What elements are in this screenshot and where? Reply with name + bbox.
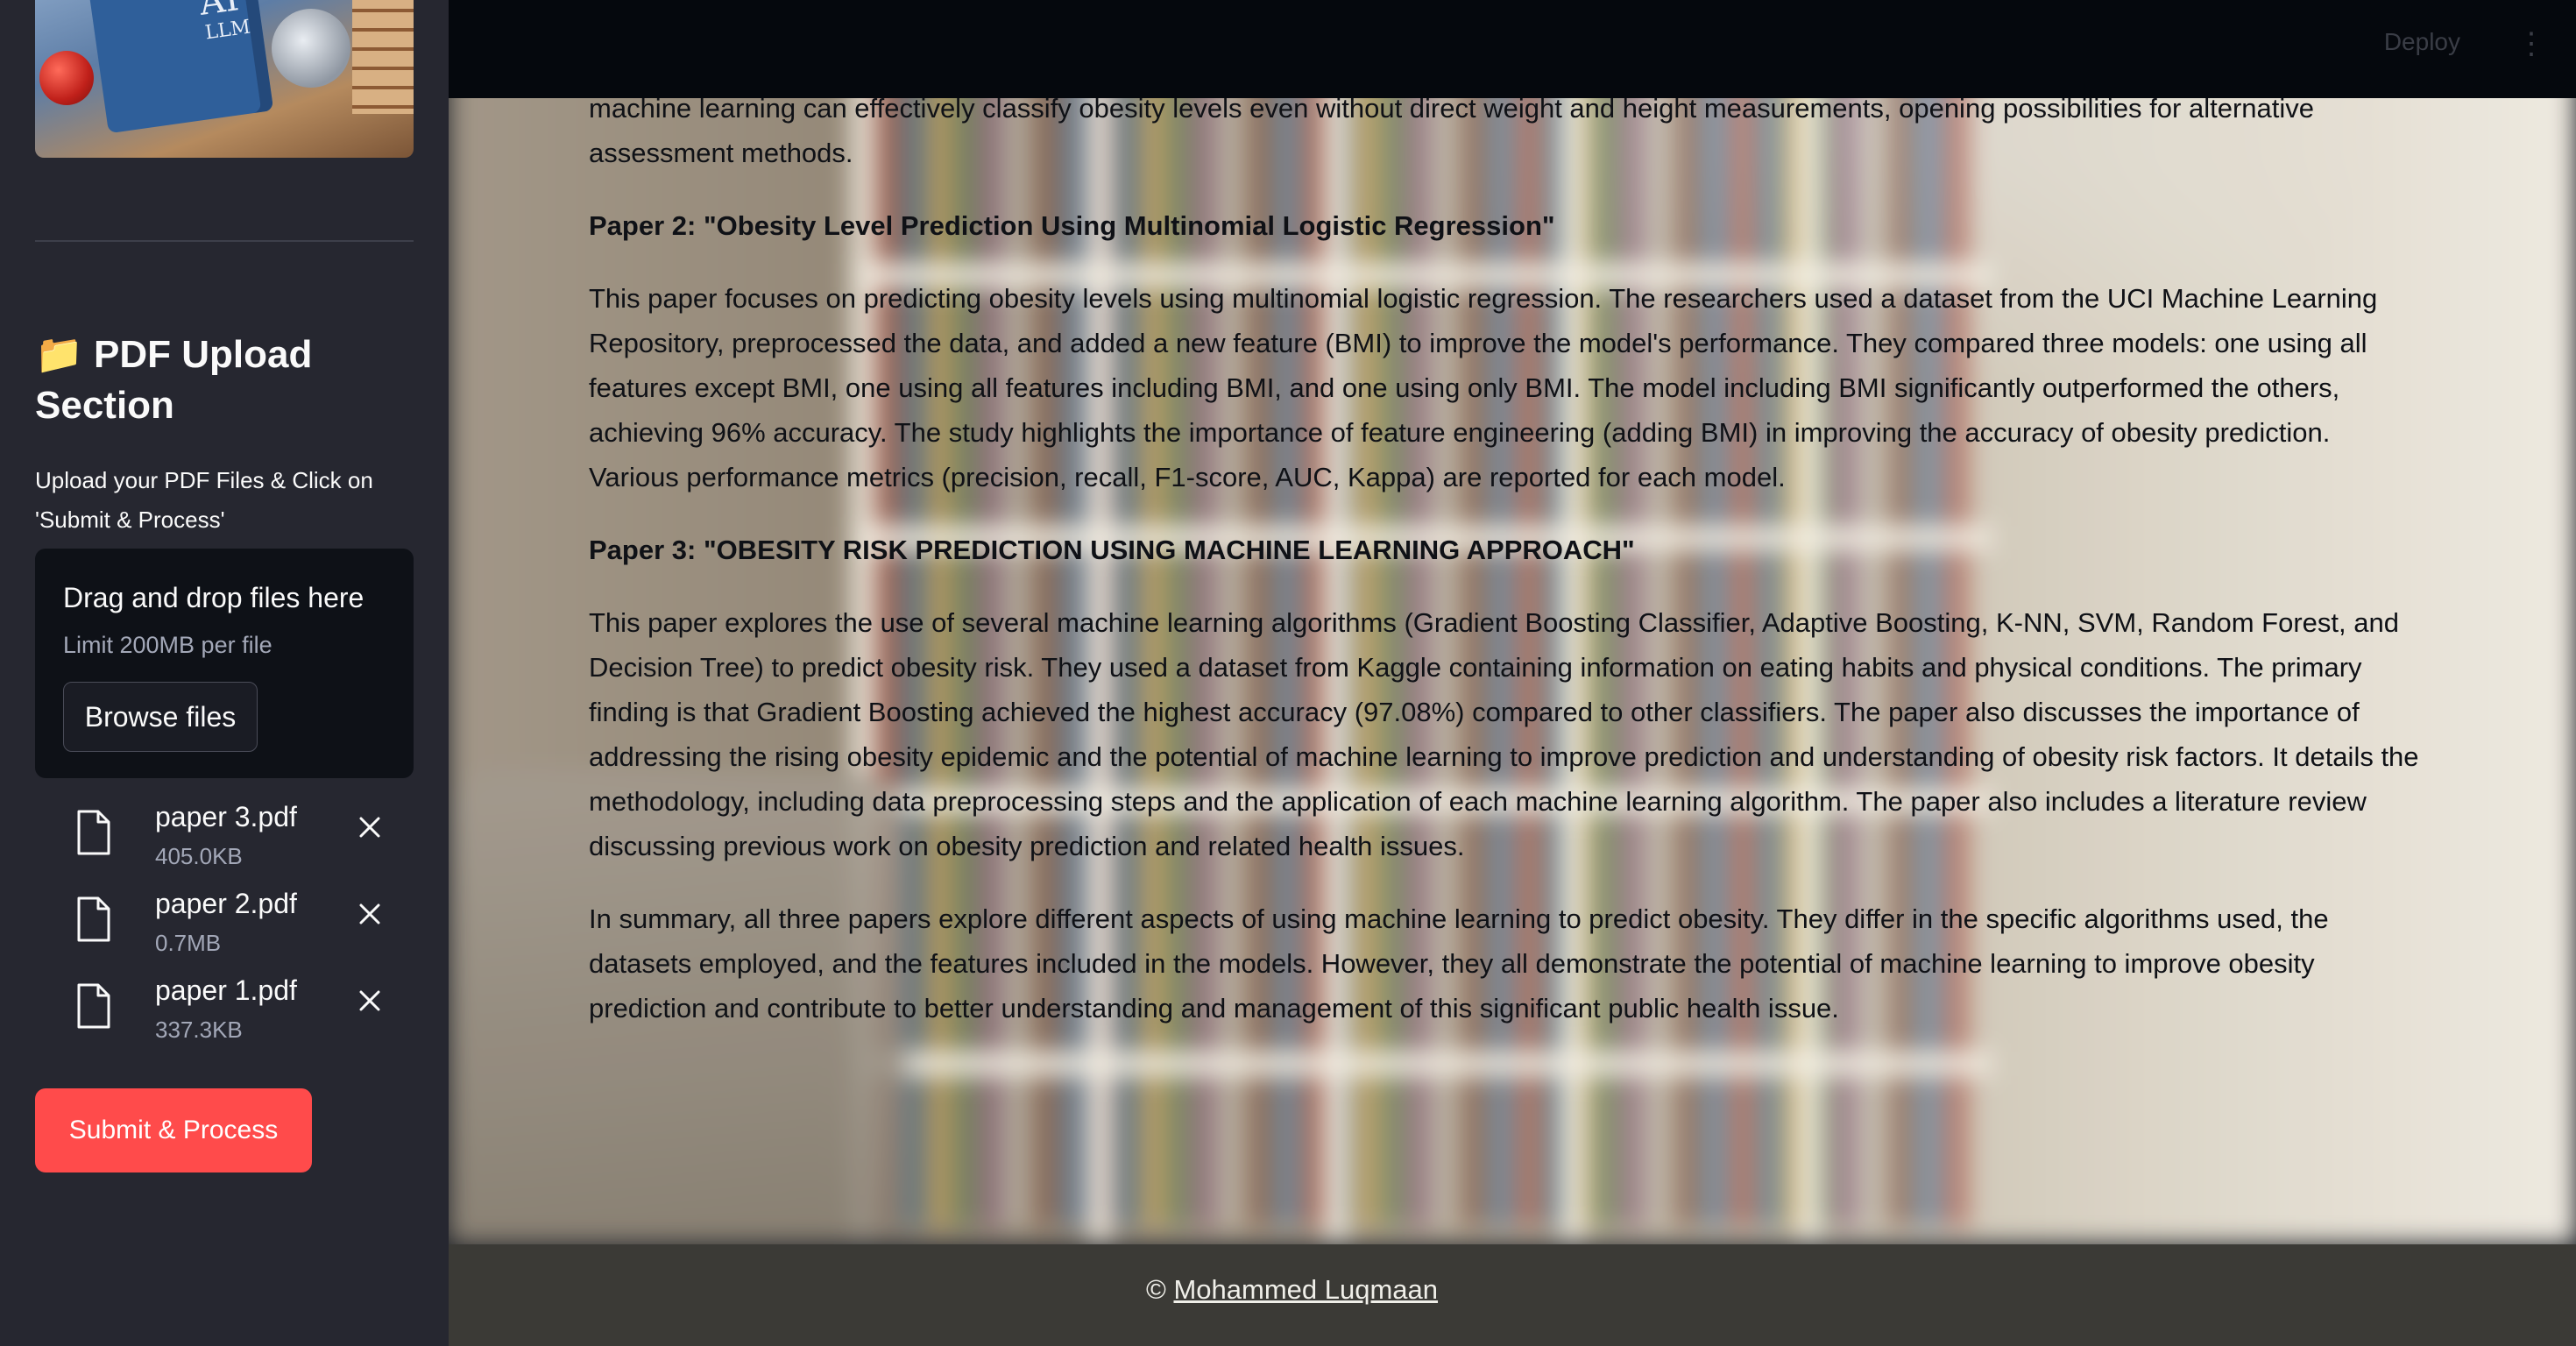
- close-icon: [359, 990, 380, 1011]
- copyright-symbol: ©: [1146, 1274, 1166, 1305]
- top-header-bar: Deploy ⋮: [449, 0, 2576, 98]
- robot-illustration: [272, 9, 350, 88]
- response-content: machine learning can effectively classif…: [589, 86, 2420, 1059]
- sidebar-image: AI LLM: [35, 0, 414, 158]
- file-size: 405.0KB: [155, 843, 243, 869]
- footer-text: © Mohammed Luqmaan: [1146, 1274, 1438, 1306]
- uploaded-file-item: paper 1.pdf 337.3KB: [35, 971, 414, 1050]
- sidebar-divider: [35, 240, 414, 242]
- file-name: paper 2.pdf: [155, 888, 297, 919]
- close-icon: [359, 817, 380, 838]
- upload-instructions: Upload your PDF Files & Click on 'Submit…: [35, 467, 373, 533]
- remove-file-button[interactable]: [349, 806, 391, 848]
- upload-section-heading: 📁 PDF Upload Section: [35, 333, 313, 427]
- apple-illustration: [39, 51, 94, 105]
- dropzone-limit: Limit 200MB per file: [63, 632, 272, 658]
- file-size: 337.3KB: [155, 1017, 243, 1043]
- footer: [449, 1244, 2576, 1346]
- file-icon: [77, 810, 110, 855]
- sidebar: AI LLM 📁 PDF Upload Section Upload your …: [0, 0, 449, 1346]
- intro-paragraph: machine learning can effectively classif…: [589, 93, 2314, 168]
- deploy-button[interactable]: Deploy: [2384, 28, 2460, 56]
- paper3-body: This paper explores the use of several m…: [589, 607, 2419, 861]
- file-name: paper 1.pdf: [155, 974, 297, 1006]
- paper3-heading: Paper 3: "OBESITY RISK PREDICTION USING …: [589, 535, 1635, 565]
- file-icon: [77, 896, 110, 942]
- paper2-heading: Paper 2: "Obesity Level Prediction Using…: [589, 210, 1555, 241]
- summary-paragraph: In summary, all three papers explore dif…: [589, 903, 2329, 1024]
- browse-files-button[interactable]: Browse files: [63, 682, 258, 752]
- close-icon: [359, 903, 380, 924]
- remove-file-button[interactable]: [349, 893, 391, 935]
- file-size: 0.7MB: [155, 930, 222, 956]
- uploaded-file-item: paper 2.pdf 0.7MB: [35, 884, 414, 963]
- dropzone-title: Drag and drop files here: [63, 582, 364, 613]
- uploaded-file-item: paper 3.pdf 405.0KB: [35, 797, 414, 876]
- file-dropzone[interactable]: Drag and drop files here Limit 200MB per…: [35, 549, 414, 778]
- remove-file-button[interactable]: [349, 980, 391, 1022]
- file-icon: [77, 983, 110, 1029]
- vertical-ellipsis-icon[interactable]: ⋮: [2516, 26, 2546, 61]
- book-stack-illustration: [352, 0, 414, 114]
- submit-process-button[interactable]: Submit & Process: [35, 1088, 312, 1172]
- author-link[interactable]: Mohammed Luqmaan: [1173, 1274, 1438, 1305]
- file-name: paper 3.pdf: [155, 801, 297, 832]
- paper2-body: This paper focuses on predicting obesity…: [589, 283, 2378, 492]
